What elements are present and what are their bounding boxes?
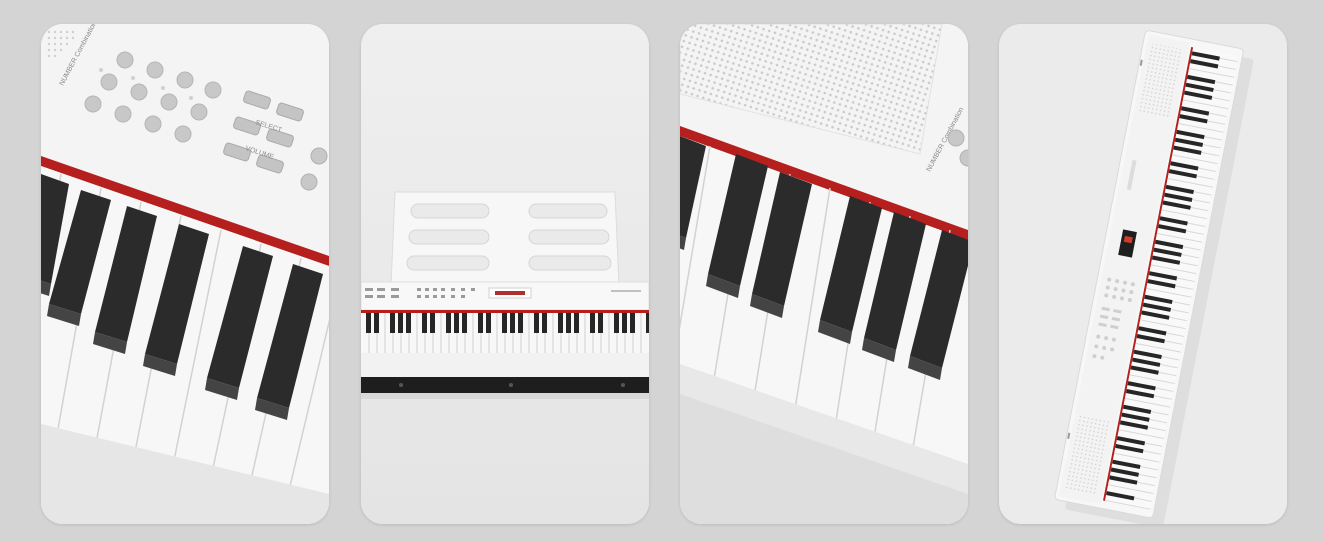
speaker-grille-photo: NUMBER Combination — [680, 24, 968, 524]
gallery-image-full-keyboard[interactable] — [999, 24, 1287, 524]
gallery-image-speaker-grille[interactable]: NUMBER Combination — [680, 24, 968, 524]
music-stand-photo — [361, 24, 649, 524]
control-panel-photo: NUMBER Combination SELECT VOLUME — [41, 24, 329, 524]
gallery-image-music-stand[interactable] — [361, 24, 649, 524]
full-keyboard-photo — [999, 24, 1287, 524]
gallery-image-control-panel[interactable]: NUMBER Combination SELECT VOLUME — [41, 24, 329, 524]
product-image-gallery: NUMBER Combination SELECT VOLUME NUMBER … — [0, 0, 1324, 542]
